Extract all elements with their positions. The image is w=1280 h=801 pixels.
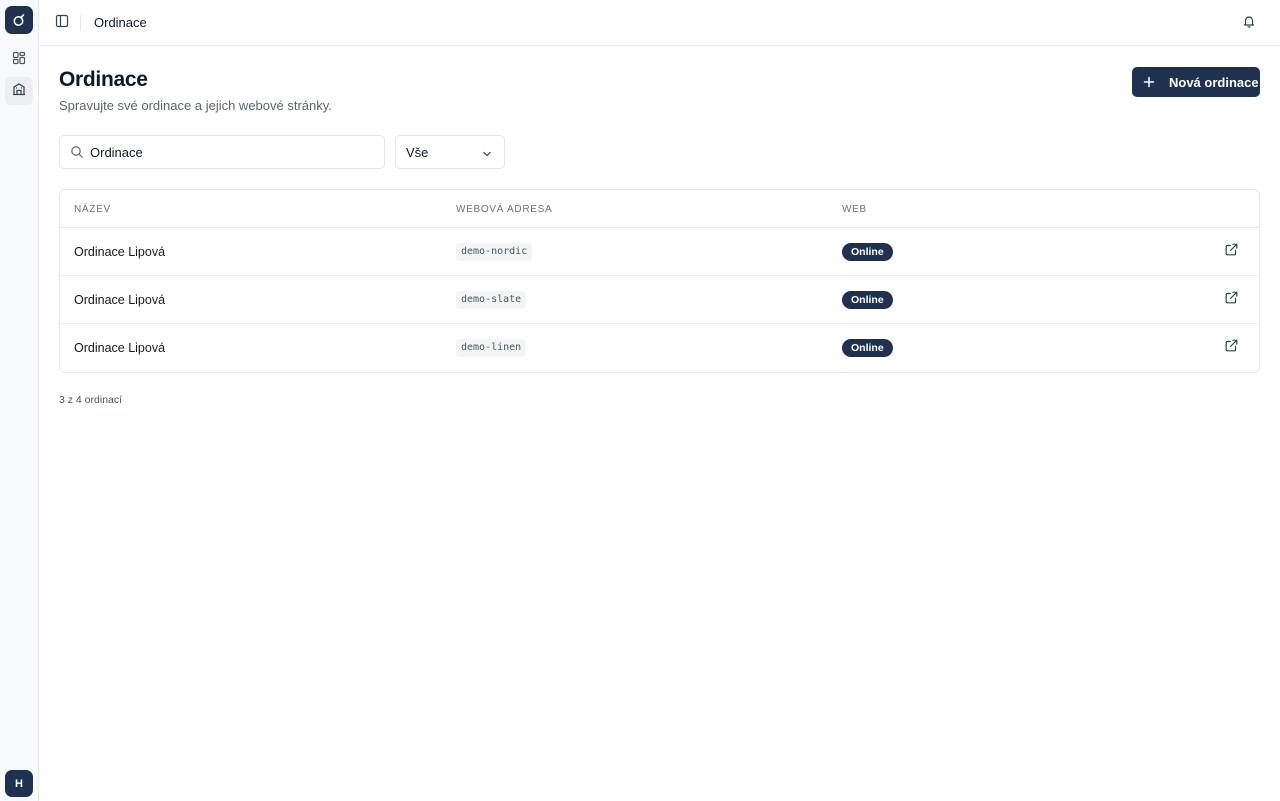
breadcrumb: Ordinace <box>94 15 147 30</box>
external-link-icon <box>1225 291 1238 309</box>
clinic-name: Ordinace Lipová <box>74 341 166 355</box>
sidebar-toggle-icon <box>55 14 69 33</box>
status-badge: Online <box>842 291 893 309</box>
grid-icon <box>12 51 26 70</box>
result-count: 3 z 4 ordinací <box>59 394 123 406</box>
clinic-name: Ordinace Lipová <box>74 293 166 307</box>
search-icon <box>70 145 84 159</box>
column-header-address: WEBOVÁ ADRESA <box>456 204 553 215</box>
search-field[interactable] <box>59 135 385 169</box>
open-website-button[interactable] <box>1223 291 1239 309</box>
clinic-slug: demo-linen <box>456 339 527 357</box>
column-header-web: WEB <box>842 204 867 215</box>
external-link-icon <box>1225 339 1238 357</box>
nav-dashboard-button[interactable] <box>5 46 33 74</box>
new-clinic-button[interactable]: Nová ordinace <box>1132 67 1260 97</box>
nav-clinics-button[interactable] <box>5 77 33 105</box>
search-input[interactable] <box>90 137 380 167</box>
avatar-initial: H <box>15 777 23 790</box>
plus-icon <box>1142 75 1156 89</box>
topbar-divider <box>80 15 81 31</box>
new-clinic-button-label: Nová ordinace <box>1169 74 1259 90</box>
table-row[interactable]: Ordinace Lipová demo-nordic Online <box>60 228 1259 276</box>
topbar: Ordinace <box>39 0 1280 46</box>
page-subtitle: Spravujte své ordinace a jejich webové s… <box>59 98 332 113</box>
open-website-button[interactable] <box>1223 339 1239 357</box>
building-icon <box>12 82 26 101</box>
clinic-name: Ordinace Lipová <box>74 245 166 259</box>
table-header: NÁZEV WEBOVÁ ADRESA WEB <box>60 190 1259 228</box>
sidebar-toggle-button[interactable] <box>52 13 72 33</box>
open-website-button[interactable] <box>1223 243 1239 261</box>
status-badge: Online <box>842 243 893 261</box>
status-badge: Online <box>842 339 893 357</box>
table-row[interactable]: Ordinace Lipová demo-slate Online <box>60 276 1259 324</box>
column-header-name: NÁZEV <box>74 204 111 215</box>
status-filter-select[interactable]: Vše <box>395 135 505 169</box>
sidebar-rail: H <box>0 0 39 801</box>
page-title: Ordinace <box>59 68 148 91</box>
table-row[interactable]: Ordinace Lipová demo-linen Online <box>60 324 1259 372</box>
clinic-slug: demo-nordic <box>456 243 533 261</box>
status-filter-value: Vše <box>406 144 429 160</box>
user-avatar[interactable]: H <box>5 770 33 797</box>
clinics-table: NÁZEV WEBOVÁ ADRESA WEB Ordinace Lipová … <box>59 189 1260 373</box>
external-link-icon <box>1225 243 1238 261</box>
bell-icon <box>1242 14 1256 33</box>
notifications-button[interactable] <box>1239 13 1259 33</box>
clinic-slug: demo-slate <box>456 291 527 309</box>
logo-icon[interactable] <box>5 6 33 34</box>
chevron-down-icon <box>482 147 492 157</box>
